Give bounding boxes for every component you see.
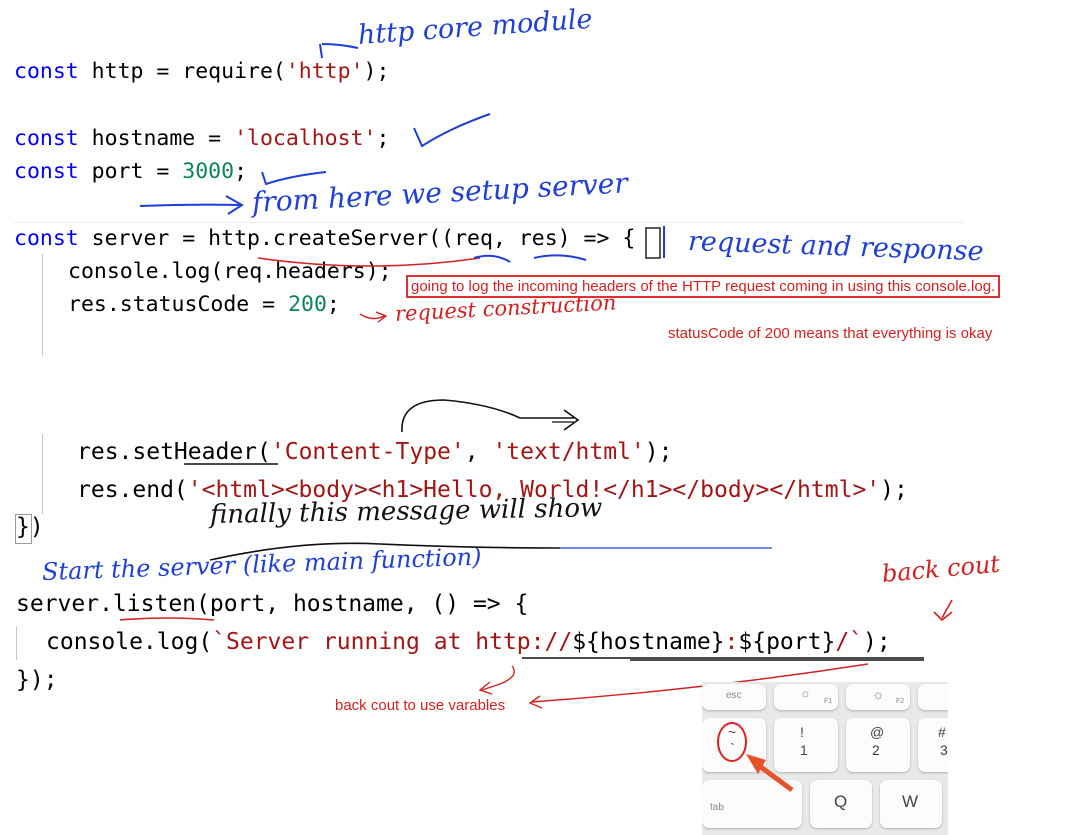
annotation-http-core-module: http core module: [356, 3, 594, 51]
string-literal: 'Content-Type': [270, 439, 465, 465]
code-text: ;: [376, 126, 390, 151]
tilde-key-circle: [717, 722, 747, 762]
code-text: console.log(: [46, 629, 213, 655]
code-text: ${port}: [738, 629, 836, 655]
code-line-log-headers: console.log(req.headers);: [68, 258, 392, 286]
code-line-log-server-running: console.log(`Server running at http://${…: [46, 628, 891, 656]
code-text: server.listen(port, hostname, () => {: [16, 591, 529, 617]
keyboard-markup: [717, 722, 794, 793]
code-text: );: [863, 629, 891, 655]
code-text: res.setHeader(: [77, 439, 271, 465]
headers-note: going to log the incoming headers of the…: [406, 275, 1001, 298]
code-text: http = require(: [78, 59, 286, 84]
code-line-port: const port = 3000;: [14, 158, 247, 186]
current-line-border: [14, 222, 964, 223]
code-text: );: [880, 477, 908, 503]
code-text: res.statusCode =: [68, 292, 289, 317]
indent-guide: [16, 626, 17, 660]
content-type-arrow: [401, 399, 580, 433]
code-text: ;: [234, 159, 248, 184]
code-line-status-code: res.statusCode = 200;: [68, 291, 340, 319]
string-literal: 'text/html': [492, 439, 645, 465]
code-text: ${hostname}: [572, 629, 725, 655]
indent-guide: [42, 434, 43, 514]
number-literal: 3000: [182, 159, 235, 184]
string-literal: 'localhost': [234, 126, 377, 151]
brace-match-box: [15, 514, 32, 544]
code-text: port =: [78, 159, 183, 184]
annotation-back-cout: back cout: [880, 549, 1002, 588]
code-text: });: [16, 667, 58, 693]
code-text: server = http.createServer((req, res) =>…: [78, 226, 636, 251]
backcout-note: back cout to use varables: [335, 697, 506, 714]
brace-highlight: [645, 227, 661, 259]
code-line-create-server: const server = http.createServer((req, r…: [14, 225, 635, 253]
code-text: console.log(req.headers);: [68, 259, 392, 284]
code-line-hostname: const hostname = 'localhost';: [14, 125, 389, 153]
keyword: const: [14, 159, 79, 184]
keyword: const: [14, 59, 79, 84]
code-line-set-header: res.setHeader('Content-Type', 'text/html…: [77, 438, 672, 466]
req-underline: [473, 254, 511, 263]
request-construction-arrow: [359, 311, 388, 323]
hostname-check: [413, 113, 491, 148]
annotation-finally-message: finally this message will show: [209, 493, 603, 530]
code-text: res.end(: [77, 477, 188, 503]
keyboard-image: esc ☼ F1 ☼ F2 ~ ` ! 1 @ 2 # 3 tab Q W: [702, 682, 948, 835]
string-literal: 'http': [285, 59, 364, 84]
indent-guide: [42, 254, 43, 356]
annotation-from-here-setup-server: from here we setup server: [251, 166, 629, 219]
code-text: ;: [326, 292, 340, 317]
annotation-request-and-response: request and response: [687, 226, 985, 268]
annotation-start-server: Start the server (like main function): [41, 542, 482, 586]
http-module-arrow: [319, 43, 359, 59]
status-code-note: statusCode of 200 means that everything …: [668, 325, 993, 342]
string-literal: `Server running at http://: [212, 629, 573, 655]
code-line-close-listen: });: [16, 666, 58, 694]
code-line-listen: server.listen(port, hostname, () => {: [16, 590, 528, 618]
backcout-arrow-1: [478, 665, 515, 695]
listen-underline: [119, 617, 215, 621]
string-literal: :: [724, 629, 739, 655]
res-underline: [533, 254, 587, 261]
number-literal: 200: [288, 292, 327, 317]
back-cout-arrow: [933, 599, 953, 622]
string-literal: /`: [835, 629, 864, 655]
keyword: const: [14, 226, 79, 251]
code-line-require-http: const http = require('http');: [14, 58, 389, 86]
code-text: ,: [464, 439, 493, 465]
keyword: const: [14, 126, 79, 151]
code-text: hostname =: [78, 126, 235, 151]
from-here-arrow: [139, 195, 244, 215]
code-text: );: [363, 59, 390, 84]
code-text: );: [644, 439, 673, 465]
